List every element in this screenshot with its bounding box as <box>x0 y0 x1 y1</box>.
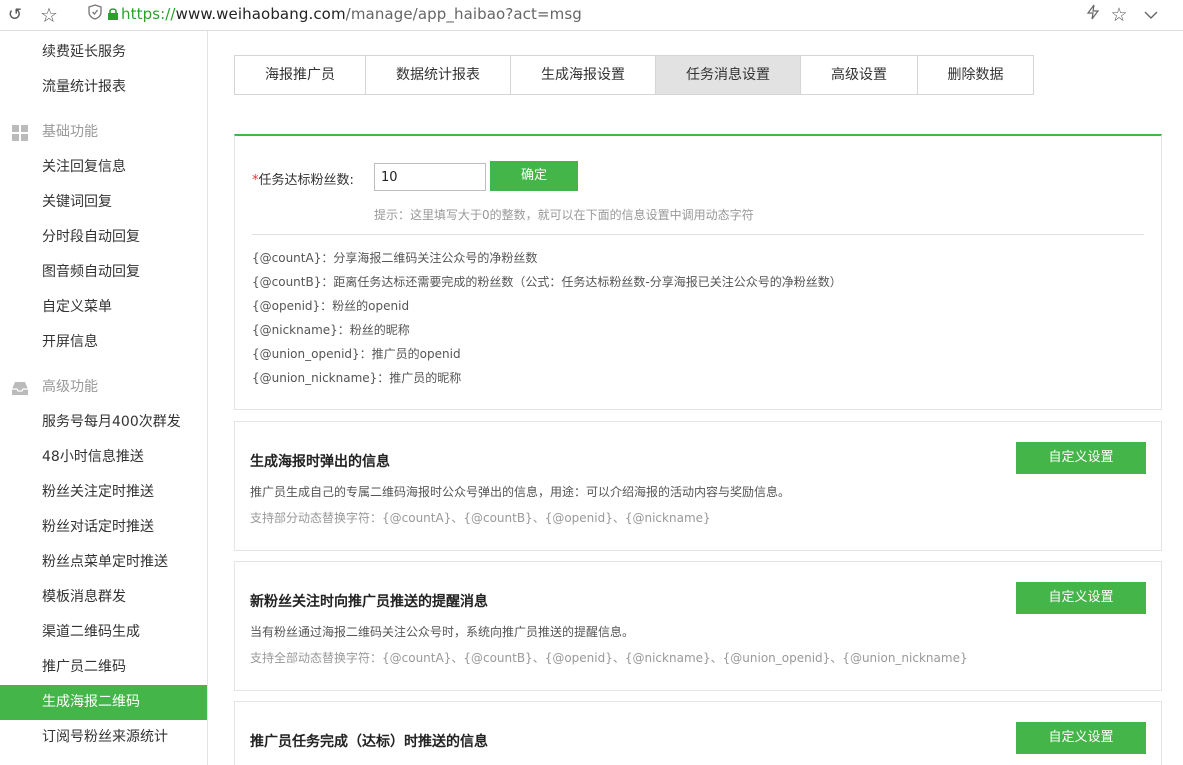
sidebar-item-media-reply[interactable]: 图音频自动回复 <box>0 255 207 290</box>
sidebar-item-menu-timed-push[interactable]: 粉丝点菜单定时推送 <box>0 545 207 580</box>
sidebar-item-follow-timed-push[interactable]: 粉丝关注定时推送 <box>0 475 207 510</box>
card-variables-note: 支持全部动态替换字符：{@countA}、{@countB}、{@openid}… <box>250 651 968 665</box>
card-title: 推广员任务完成（达标）时推送的信息 <box>250 734 488 750</box>
task-target-label: *任务达标粉丝数: <box>252 169 354 188</box>
sidebar-item-48h-push[interactable]: 48小时信息推送 <box>0 440 207 475</box>
variable-line: {@countB}：距离任务达标还需要完成的粉丝数（公式：任务达标粉丝数-分享海… <box>252 275 842 289</box>
divider <box>252 234 1144 235</box>
sidebar-group-advanced-label: 高级功能 <box>42 379 98 395</box>
browser-toolbar: ↺ ☆ https://www.weihaobang.com/manage/ap… <box>0 0 1183 31</box>
message-card-poster-popup: 生成海报时弹出的信息 推广员生成自己的专属二维码海报时公众号弹出的信息，用途：可… <box>234 421 1162 551</box>
tab-task-message-settings[interactable]: 任务消息设置 <box>656 56 801 94</box>
tab-stats-report[interactable]: 数据统计报表 <box>366 56 511 94</box>
undo-icon[interactable]: ↺ <box>4 4 26 26</box>
sidebar-item-fan-source[interactable]: 订阅号粉丝来源统计 <box>0 720 207 755</box>
tab-delete-data[interactable]: 删除数据 <box>918 56 1033 94</box>
sidebar-item-timed-reply[interactable]: 分时段自动回复 <box>0 220 207 255</box>
sidebar-item-splash[interactable]: 开屏信息 <box>0 325 207 360</box>
tab-advanced-settings[interactable]: 高级设置 <box>801 56 918 94</box>
inbox-icon <box>12 382 28 395</box>
task-target-panel: *任务达标粉丝数: 确定 提示：这里填写大于0的整数，就可以在下面的信息设置中调… <box>234 134 1162 410</box>
bookmark-star-icon[interactable]: ☆ <box>38 4 60 26</box>
custom-settings-button[interactable]: 自定义设置 <box>1016 722 1146 754</box>
task-target-label-text: 任务达标粉丝数: <box>258 173 354 188</box>
confirm-button[interactable]: 确定 <box>490 161 578 191</box>
sidebar-item-template-msg[interactable]: 模板消息群发 <box>0 580 207 615</box>
sidebar: 续费延长服务 流量统计报表 基础功能 关注回复信息 关键词回复 分时段自动回复 … <box>0 31 208 765</box>
variable-line: {@union_openid}：推广员的openid <box>252 347 461 361</box>
sidebar-item-keyword-reply[interactable]: 关键词回复 <box>0 185 207 220</box>
custom-settings-button[interactable]: 自定义设置 <box>1016 442 1146 474</box>
card-title: 新粉丝关注时向推广员推送的提醒消息 <box>250 594 488 610</box>
hint-text: 提示：这里填写大于0的整数，就可以在下面的信息设置中调用动态字符 <box>374 208 754 222</box>
message-card-new-fan-alert: 新粉丝关注时向推广员推送的提醒消息 当有粉丝通过海报二维码关注公众号时，系统向推… <box>234 561 1162 691</box>
sidebar-item-promoter-qr[interactable]: 推广员二维码 <box>0 650 207 685</box>
sidebar-item-traffic-report[interactable]: 流量统计报表 <box>0 70 207 105</box>
card-title: 生成海报时弹出的信息 <box>250 454 390 470</box>
sidebar-item-channel-qr[interactable]: 渠道二维码生成 <box>0 615 207 650</box>
variable-line: {@union_nickname}：推广员的昵称 <box>252 371 462 385</box>
chevron-down-icon[interactable] <box>1140 4 1162 26</box>
card-description: 当有粉丝通过海报二维码关注公众号时，系统向推广员推送的提醒信息。 <box>250 625 635 639</box>
favorite-star-icon[interactable]: ☆ <box>1108 4 1130 26</box>
message-card-task-complete: 推广员任务完成（达标）时推送的信息 自定义设置 <box>234 701 1162 765</box>
lightning-icon[interactable] <box>1082 4 1104 26</box>
sidebar-group-advanced: 高级功能 <box>0 370 207 405</box>
tab-bar: 海报推广员 数据统计报表 生成海报设置 任务消息设置 高级设置 删除数据 <box>234 55 1034 95</box>
sidebar-item-follow-reply[interactable]: 关注回复信息 <box>0 150 207 185</box>
card-description: 推广员生成自己的专属二维码海报时公众号弹出的信息，用途：可以介绍海报的活动内容与… <box>250 485 791 499</box>
tab-promoters[interactable]: 海报推广员 <box>235 56 366 94</box>
sidebar-item-mass-send[interactable]: 服务号每月400次群发 <box>0 405 207 440</box>
tab-poster-settings[interactable]: 生成海报设置 <box>511 56 656 94</box>
sidebar-item-poster-qr[interactable]: 生成海报二维码 <box>0 685 207 720</box>
url-path: /manage/app_haibao?act=msg <box>345 5 582 23</box>
sidebar-item-chat-timed-push[interactable]: 粉丝对话定时推送 <box>0 510 207 545</box>
variable-line: {@nickname}：粉丝的昵称 <box>252 323 410 337</box>
card-variables-note: 支持部分动态替换字符：{@countA}、{@countB}、{@openid}… <box>250 511 711 525</box>
address-bar[interactable]: https://www.weihaobang.com/manage/app_ha… <box>121 5 582 23</box>
url-host: www.weihaobang.com <box>175 5 346 23</box>
sidebar-group-basic-label: 基础功能 <box>42 124 98 140</box>
url-scheme: https:// <box>121 5 176 23</box>
sidebar-item-renew[interactable]: 续费延长服务 <box>0 35 207 70</box>
custom-settings-button[interactable]: 自定义设置 <box>1016 582 1146 614</box>
variable-line: {@openid}：粉丝的openid <box>252 299 410 313</box>
sidebar-group-basic: 基础功能 <box>0 115 207 150</box>
task-target-input[interactable] <box>374 163 486 191</box>
sidebar-item-custom-menu[interactable]: 自定义菜单 <box>0 290 207 325</box>
variable-line: {@countA}：分享海报二维码关注公众号的净粉丝数 <box>252 251 538 265</box>
grid-icon <box>12 125 28 141</box>
